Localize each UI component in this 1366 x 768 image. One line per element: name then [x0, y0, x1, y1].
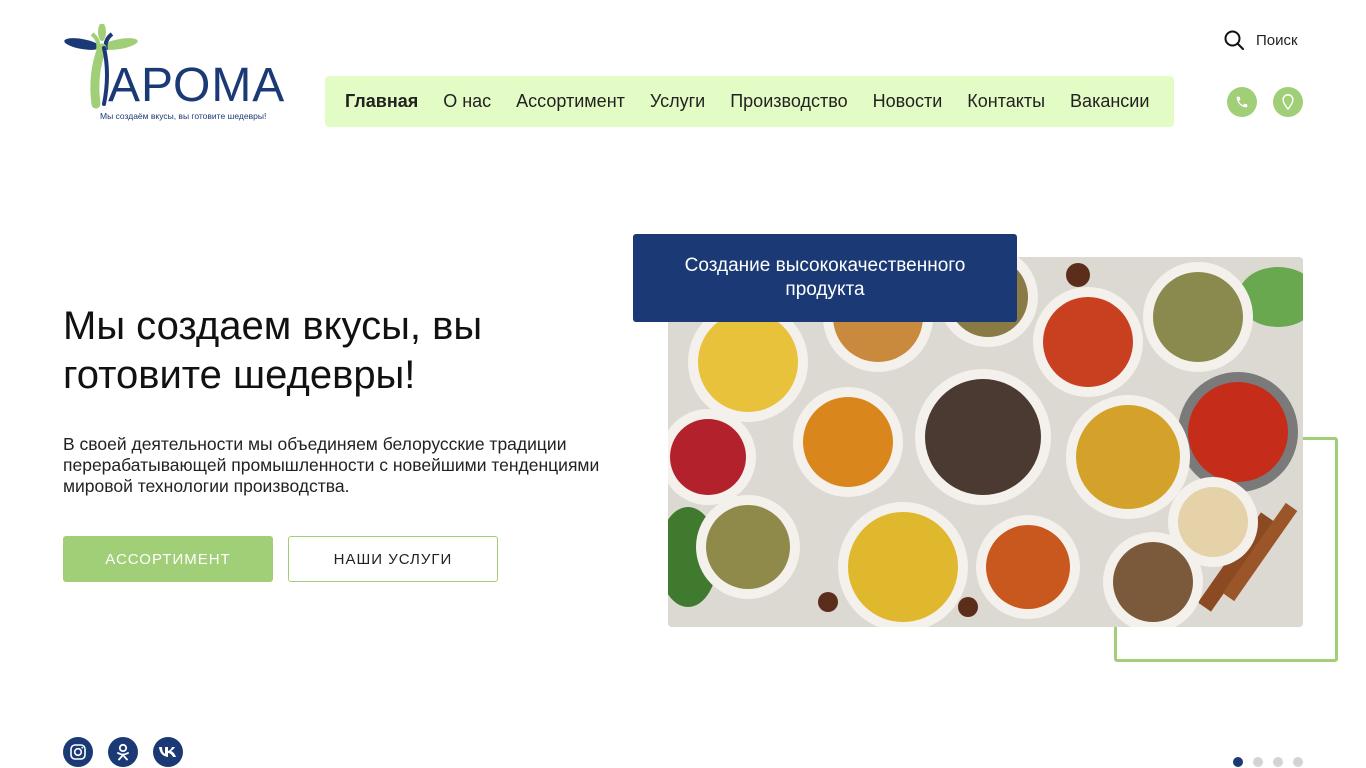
nav-item-assortment[interactable]: Ассортимент — [516, 91, 625, 112]
logo-text: АРОМА — [108, 59, 286, 112]
instagram-icon — [70, 744, 86, 760]
services-button[interactable]: НАШИ УСЛУГИ — [288, 536, 498, 582]
image-caption: Создание высококачественного продукта — [633, 234, 1017, 322]
main-nav: Главная О нас Ассортимент Услуги Произво… — [325, 76, 1174, 127]
logo-tagline: Мы создаём вкусы, вы готовите шедевры! — [100, 111, 267, 121]
vk-link[interactable] — [153, 737, 183, 767]
slider-dot-1[interactable] — [1233, 757, 1243, 767]
slider-dot-4[interactable] — [1293, 757, 1303, 767]
nav-item-news[interactable]: Новости — [873, 91, 943, 112]
map-pin-icon — [1282, 94, 1294, 110]
logo[interactable]: АРОМА Мы создаём вкусы, вы готовите шеде… — [62, 24, 284, 124]
search-button[interactable]: Поиск — [1224, 30, 1298, 50]
hero-text: В своей деятельности мы объединяем белор… — [63, 434, 600, 496]
vk-icon — [159, 747, 176, 757]
slider-dot-3[interactable] — [1273, 757, 1283, 767]
slider-pagination — [1233, 757, 1303, 767]
nav-item-production[interactable]: Производство — [730, 91, 847, 112]
odnoklassniki-link[interactable] — [108, 737, 138, 767]
location-button[interactable] — [1273, 87, 1303, 117]
nav-item-contacts[interactable]: Контакты — [967, 91, 1045, 112]
search-icon — [1224, 30, 1244, 50]
hero-title: Мы создаем вкусы, вы готовите шедевры! — [63, 304, 483, 397]
search-label: Поиск — [1256, 31, 1298, 49]
phone-button[interactable] — [1227, 87, 1257, 117]
odnoklassniki-icon — [117, 743, 129, 761]
instagram-link[interactable] — [63, 737, 93, 767]
slider-dot-2[interactable] — [1253, 757, 1263, 767]
nav-item-about[interactable]: О нас — [443, 91, 491, 112]
phone-icon — [1236, 96, 1248, 108]
nav-item-home[interactable]: Главная — [345, 91, 418, 112]
nav-item-vacancies[interactable]: Вакансии — [1070, 91, 1149, 112]
assortment-button[interactable]: АССОРТИМЕНТ — [63, 536, 273, 582]
social-links — [63, 737, 183, 767]
nav-item-services[interactable]: Услуги — [650, 91, 705, 112]
